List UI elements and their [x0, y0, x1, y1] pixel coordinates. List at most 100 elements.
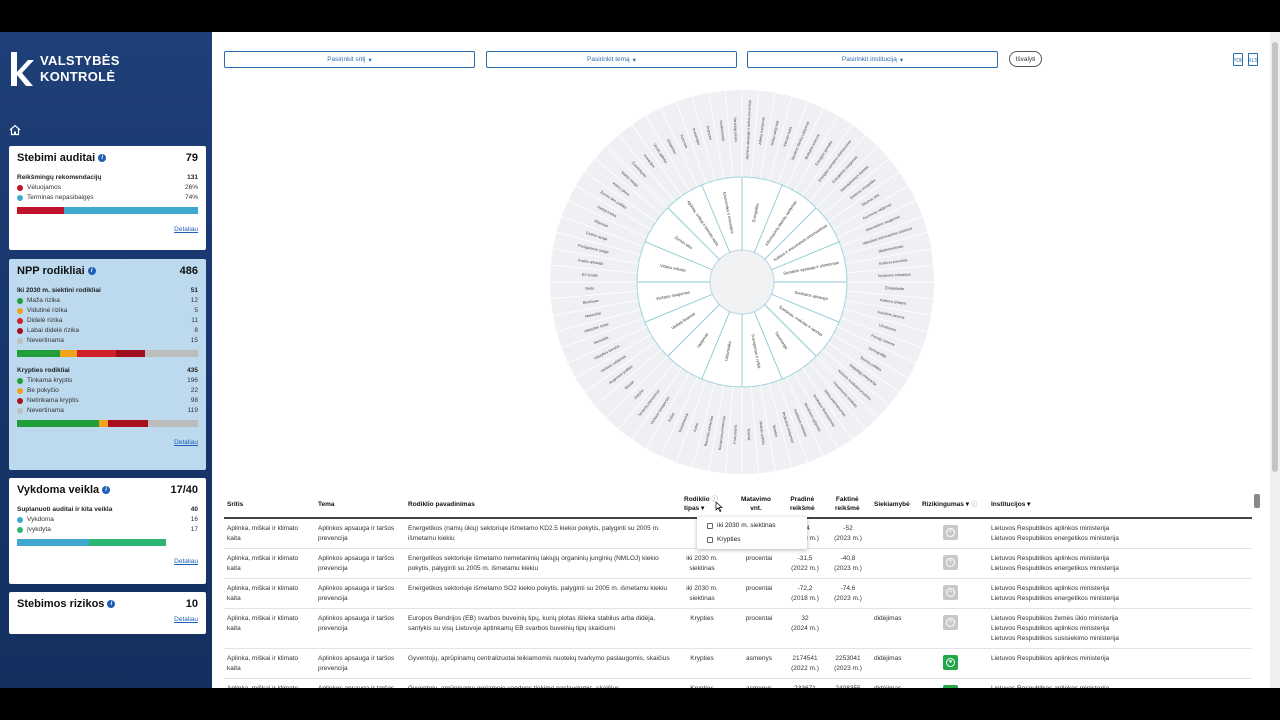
risk-none-icon[interactable]: × — [943, 525, 958, 540]
cell-indicator-name[interactable]: Energetikos sektoriuje išmetamo nemetani… — [408, 554, 670, 574]
cell-actual: 2253041 (2023 m.) — [828, 654, 868, 674]
page-scrollbar[interactable] — [1270, 32, 1280, 688]
bar-segment — [166, 539, 198, 546]
brand-logo[interactable]: VALSTYBĖS KONTROLĖ — [8, 50, 120, 88]
type-option-2030[interactable]: iki 2030 m. siektinas — [697, 517, 807, 531]
cell-start: -31,5 (2022 m.) — [785, 554, 825, 574]
col-header-type[interactable]: Rodiklio ⓘ tipas ▾ — [684, 491, 718, 517]
outer-segment-label[interactable]: Teismai — [746, 428, 751, 441]
page-scrollbar-thumb[interactable] — [1272, 42, 1278, 472]
table-row[interactable]: Aplinka, miškai ir klimato kaita Aplinkos… — [224, 579, 1252, 609]
col-header-topic[interactable]: Tema — [318, 491, 335, 517]
cell-actual-value: -40,8 — [840, 555, 856, 562]
col-header-name[interactable]: Rodiklio pavadinimas — [408, 491, 475, 517]
cell-actual: -40,8 (2023 m.) — [828, 554, 868, 574]
cell-start-value: 2174541 — [792, 655, 818, 662]
sidebar: VALSTYBĖS KONTROLĖ Stebimi auditai i 79 R… — [0, 32, 212, 688]
outer-segment-label[interactable]: Prokuratūra — [733, 425, 738, 444]
cell-area: Aplinka, miškai ir klimato kaita — [227, 615, 299, 632]
cell-indicator-name[interactable]: Energetikos sektoriuje išmetamo SO2 kiek… — [408, 584, 670, 594]
pdf-export-label: PDF — [1233, 58, 1243, 64]
type-filter-dropdown-menu: iki 2030 m. siektinas Krypties — [697, 517, 807, 549]
status-dot-icon — [17, 327, 23, 334]
area-filter-dropdown[interactable]: Pasirinkit sritį ▾ — [224, 51, 475, 68]
checkbox[interactable] — [707, 522, 713, 529]
col-header-risk[interactable]: Rizikingumas ▾ ⓘ — [922, 491, 977, 517]
cell-institutions: Lietuvos Respublikos aplinkos ministerij… — [991, 684, 1241, 688]
outer-segment-label[interactable]: ES fondai — [582, 273, 598, 278]
cell-actual-year: (2023 m.) — [834, 665, 862, 672]
topic-filter-dropdown[interactable]: Pasirinkit temą ▾ — [486, 51, 737, 68]
table-scrollbar-thumb[interactable] — [1254, 494, 1260, 508]
info-icon[interactable]: i — [107, 600, 116, 608]
status-dot-icon — [17, 194, 23, 201]
cell-start-year: (2024 m.) — [791, 625, 819, 632]
card-activity-count: 17/40 — [170, 484, 198, 496]
risk-none-icon[interactable]: × — [943, 585, 958, 600]
type-option-direction[interactable]: Krypties — [697, 531, 807, 545]
cell-indicator-name[interactable]: Energetikos (namų ūkių) sektoriuje išmet… — [408, 524, 670, 544]
outer-segment-label[interactable]: Žiniasklaida — [885, 285, 904, 291]
col-header-unit[interactable]: Matavimo vnt. — [741, 491, 771, 517]
cell-institutions: Lietuvos Respublikos žemės ūkio minister… — [991, 614, 1241, 644]
cell-start-year: (2018 m.) — [791, 595, 819, 602]
clear-button[interactable]: Išvalyti — [1009, 51, 1042, 67]
risk-none-icon[interactable]: × — [943, 615, 958, 630]
institution-name: Lietuvos Respublikos energetikos ministe… — [991, 535, 1119, 542]
home-icon[interactable] — [9, 124, 21, 136]
outer-segment-label[interactable]: Skola — [585, 286, 594, 290]
card-activity-more-link[interactable]: Detaliau — [17, 558, 198, 565]
institution-name: Lietuvos Respublikos aplinkos ministerij… — [991, 655, 1110, 662]
table-row[interactable]: Aplinka, miškai ir klimato kaita Aplinkos… — [224, 679, 1252, 688]
card-npp-more-link[interactable]: Detaliau — [17, 439, 198, 446]
table-row[interactable]: Aplinka, miškai ir klimato kaita Aplinkos… — [224, 609, 1252, 649]
col-header-institutions[interactable]: Institucijos ▾ — [991, 491, 1030, 517]
legend-item-left: Tinkama kryptis — [17, 377, 72, 384]
xls-export-icon[interactable]: XLS — [1248, 53, 1258, 66]
status-dot-icon — [17, 317, 23, 324]
institution-filter-dropdown[interactable]: Pasirinkit instituciją ▾ — [747, 51, 998, 68]
pdf-export-icon[interactable]: PDF — [1233, 53, 1243, 66]
status-dot-icon — [17, 337, 23, 344]
cell-area: Aplinka, miškai ir klimato kaita — [227, 684, 313, 688]
col-header-actual[interactable]: Faktinė reikšmė — [835, 491, 860, 517]
card-npp-g1-label: Iki 2030 m. siektini rodikliai — [17, 287, 101, 294]
info-icon[interactable]: i — [98, 154, 107, 162]
institution-name: Lietuvos Respublikos aplinkos ministerij… — [991, 684, 1241, 688]
col-header-area[interactable]: Sritis — [227, 491, 243, 517]
col-header-target[interactable]: Siekiamybė — [874, 491, 910, 517]
card-audits-more-link[interactable]: Detaliau — [17, 226, 198, 233]
legend-item-label: Didelė rizika — [27, 317, 63, 324]
cell-start-value: 233671 — [785, 684, 825, 688]
checkbox[interactable] — [707, 536, 713, 543]
legend-item-value: 17 — [190, 526, 198, 533]
card-npp-g2-bar — [17, 420, 198, 427]
risk-ok-icon[interactable]: ● — [943, 685, 958, 688]
brand-line2: KONTROLĖ — [40, 69, 116, 84]
card-audits: Stebimi auditai i 79 Reikšmingų rekomenda… — [9, 146, 206, 250]
info-icon[interactable]: i — [87, 267, 96, 275]
card-audits-title: Stebimi auditai — [17, 152, 96, 164]
cell-indicator-name[interactable]: Europos Bendrijos (EB) svarbos buveinių … — [408, 614, 670, 634]
card-npp-g1-count: 51 — [190, 287, 198, 294]
cell-unit: procentai — [745, 555, 773, 562]
card-risks-more-link[interactable]: Detaliau — [17, 616, 198, 623]
risk-none-icon[interactable]: × — [943, 555, 958, 570]
status-dot-icon — [17, 184, 23, 191]
status-dot-icon — [17, 526, 23, 533]
cell-indicator-name[interactable]: Gyventojų, aprūpinamų geriamojo vandens … — [408, 684, 670, 688]
legend-item-left: Maža rizika — [17, 297, 60, 304]
card-activity-sub-label: Suplanuoti auditai ir kita veikla — [17, 506, 113, 513]
legend-item-label: Nevertinama — [27, 337, 64, 344]
risk-ok-icon[interactable]: ● — [943, 655, 958, 670]
indicators-table: Sritis Tema Rodiklio pavadinimas Rodikli… — [224, 491, 1252, 688]
cell-type: iki 2030 m. siektinas — [686, 585, 718, 602]
col-header-start[interactable]: Pradinė reikšmė — [790, 491, 815, 517]
col-header-start-line2: reikšmė — [790, 505, 815, 512]
cell-indicator-name[interactable]: Gyventojų, aprūpinamų centralizuotai tei… — [408, 654, 670, 664]
table-row[interactable]: Aplinka, miškai ir klimato kaita Aplinkos… — [224, 649, 1252, 679]
legend-item: Įvykdyta 17 — [17, 526, 198, 533]
info-icon[interactable]: i — [102, 486, 111, 494]
app-window: VALSTYBĖS KONTROLĖ Stebimi auditai i 79 R… — [0, 32, 1280, 688]
table-row[interactable]: Aplinka, miškai ir klimato kaita Aplinkos… — [224, 549, 1252, 579]
